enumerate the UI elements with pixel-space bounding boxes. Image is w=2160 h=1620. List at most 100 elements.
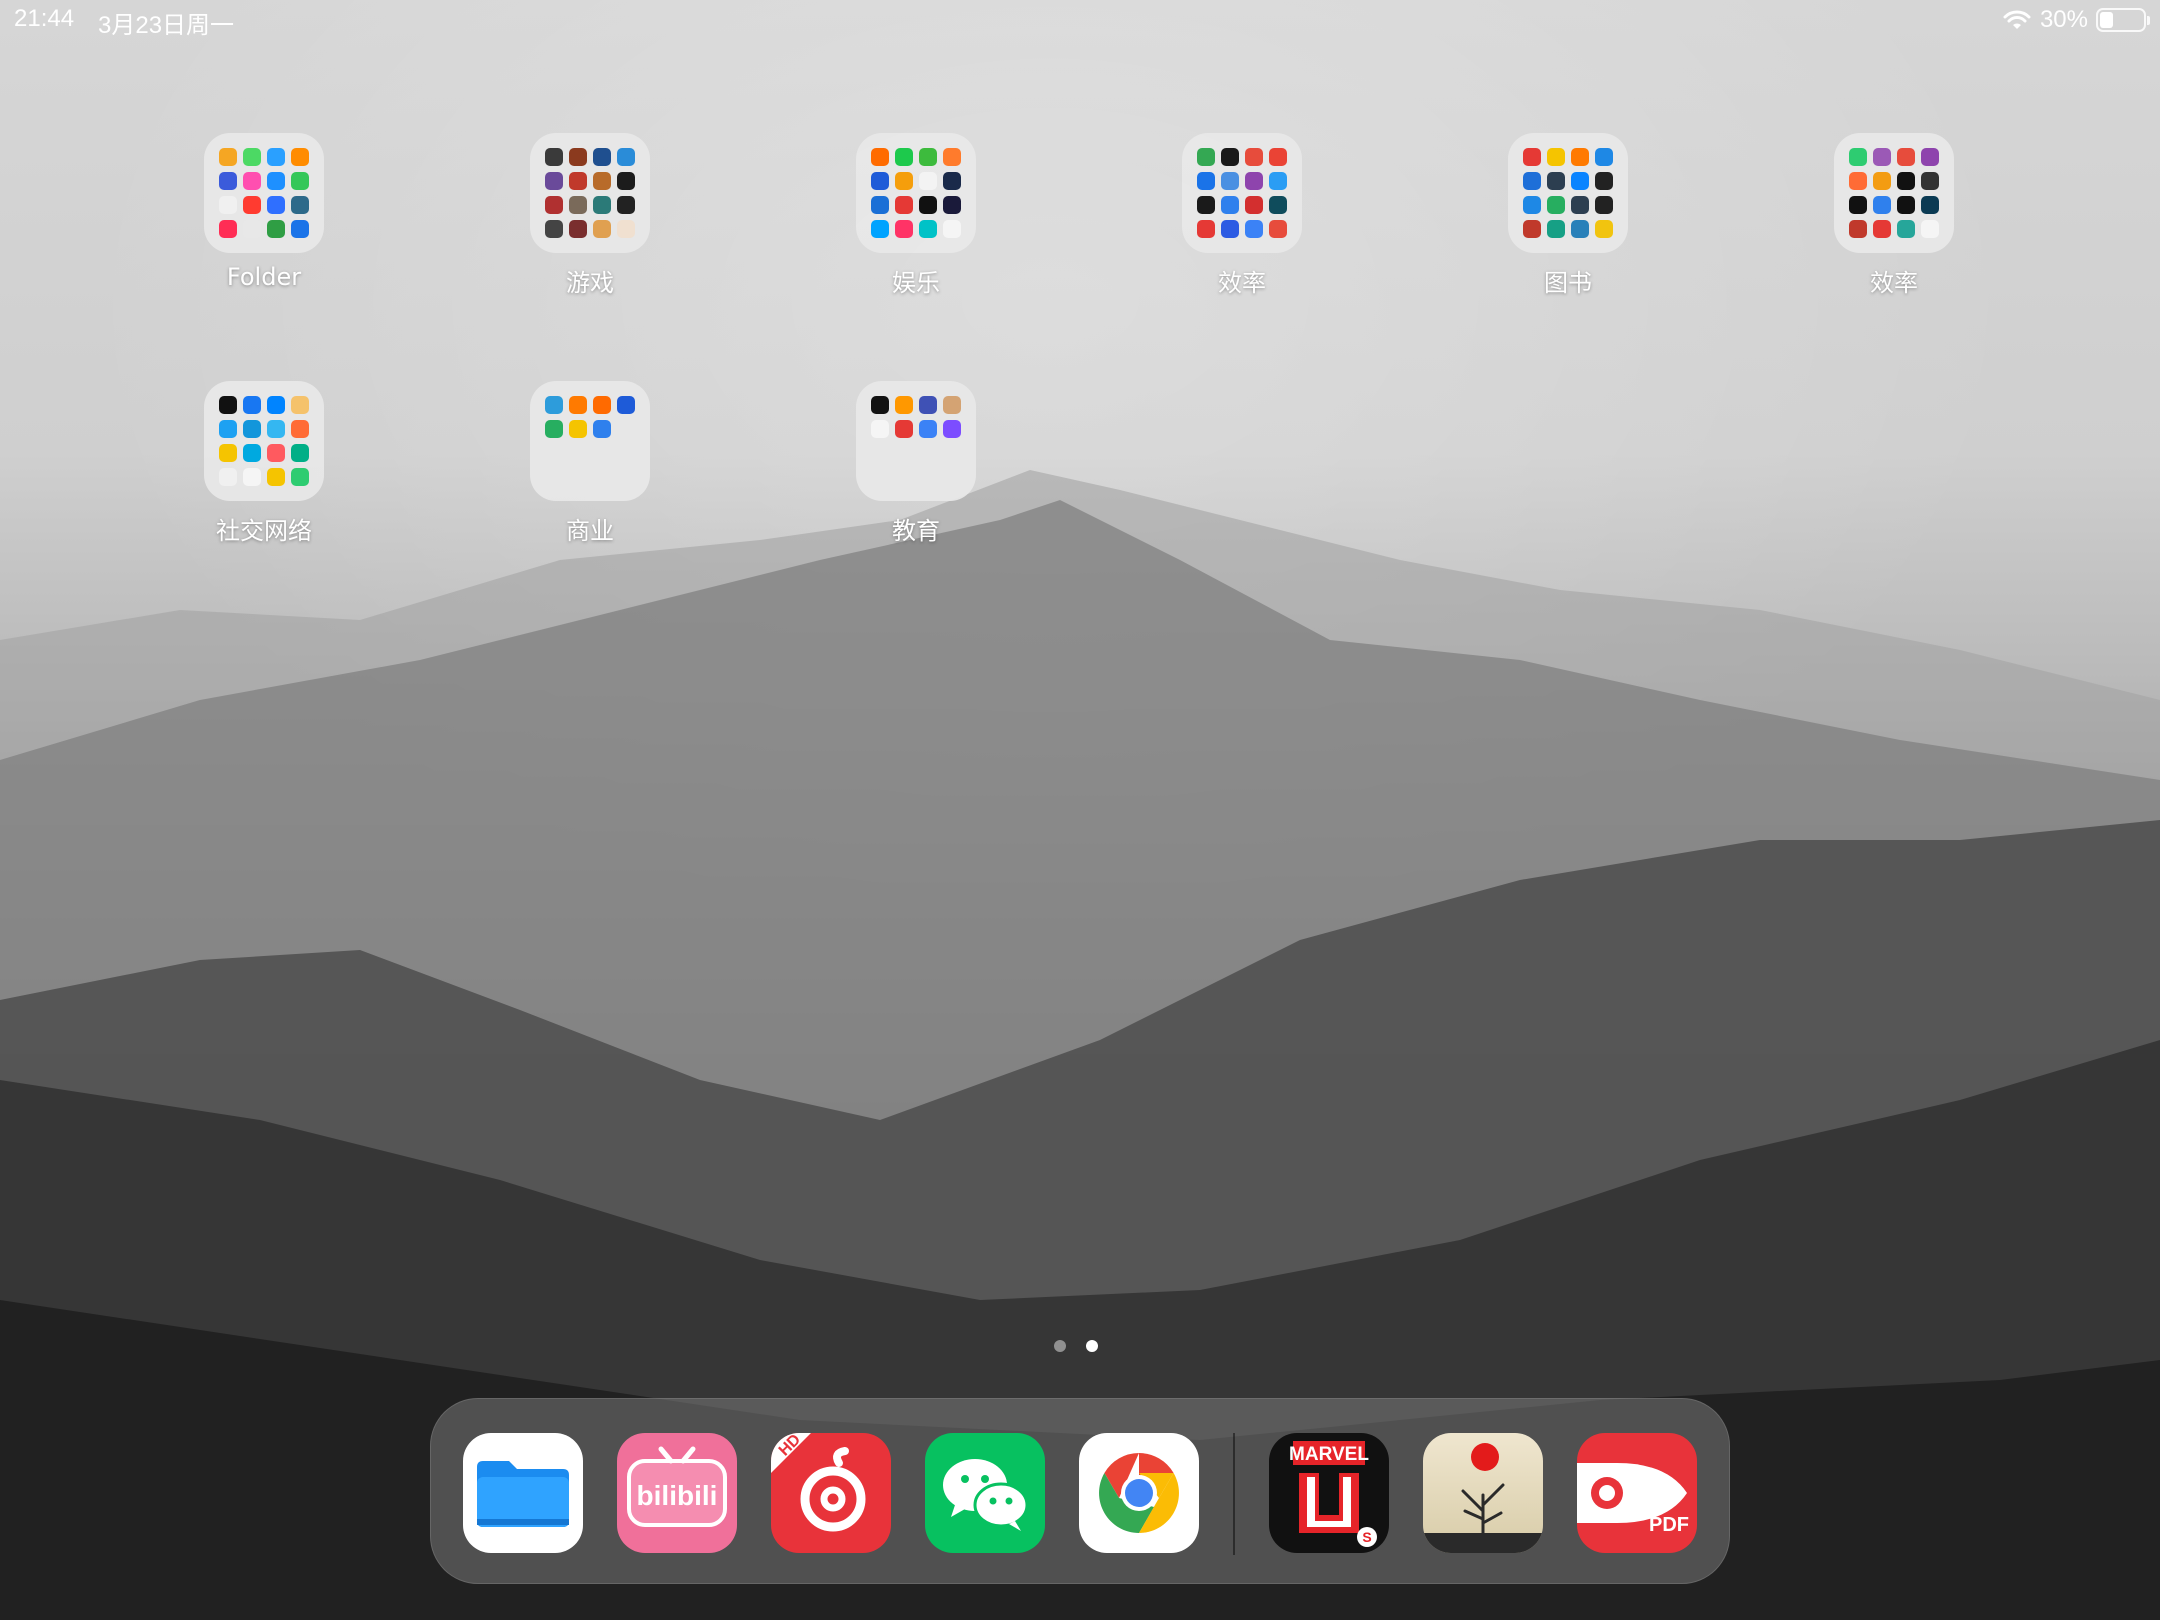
mini-app-icon (291, 468, 309, 486)
mini-app-icon (1921, 172, 1939, 190)
folder-1[interactable]: 游戏 (510, 133, 670, 298)
folder-6[interactable]: 社交网络 (184, 381, 344, 546)
bilibili-app-icon[interactable]: bilibili (617, 1433, 737, 1553)
mini-app-icon (243, 172, 261, 190)
pdf-expert-app-icon[interactable]: PDF (1577, 1433, 1697, 1553)
folder-label: 教育 (892, 517, 940, 545)
wechat-app-icon[interactable] (925, 1433, 1045, 1553)
mini-app-icon (943, 420, 961, 438)
tree-sunset-icon (1423, 1433, 1543, 1553)
mini-app-icon (871, 172, 889, 190)
folder-5[interactable]: 效率 (1814, 133, 1974, 298)
mini-app-icon (1873, 196, 1891, 214)
mini-app-icon (919, 420, 937, 438)
mini-app-icon (1523, 220, 1541, 238)
mini-app-icon (593, 396, 611, 414)
mini-app-icon (593, 420, 611, 438)
mini-app-icon (617, 220, 635, 238)
mini-app-icon (545, 396, 563, 414)
status-date: 3月23日周一 (98, 12, 235, 39)
mini-app-icon (291, 444, 309, 462)
mini-app-icon (267, 444, 285, 462)
folder-8[interactable]: 教育 (836, 381, 996, 546)
mini-app-icon (569, 148, 587, 166)
marvel-text: MARVEL (1289, 1444, 1369, 1465)
mini-app-icon (919, 220, 937, 238)
folder-icon[interactable] (204, 381, 324, 501)
page-indicator[interactable] (1054, 1340, 1098, 1352)
folder-icon[interactable] (1508, 133, 1628, 253)
mini-app-icon (569, 172, 587, 190)
folder-icon[interactable] (856, 381, 976, 501)
mini-app-icon (943, 396, 961, 414)
mini-app-icon (1221, 148, 1239, 166)
mini-app-icon (943, 196, 961, 214)
marvel-unlimited-app-icon[interactable]: MARVEL S (1269, 1433, 1389, 1553)
bilibili-text: bilibili (637, 1480, 718, 1511)
folder-0[interactable]: Folder (184, 133, 344, 291)
marvel-unlimited-icon: MARVEL S (1269, 1433, 1389, 1553)
folder-4[interactable]: 图书 (1488, 133, 1648, 298)
mini-app-icon (219, 148, 237, 166)
mini-app-icon (545, 172, 563, 190)
mini-app-icon (243, 220, 261, 238)
mini-app-icon (545, 196, 563, 214)
mini-app-icon (593, 148, 611, 166)
folder-7[interactable]: 商业 (510, 381, 670, 546)
mini-app-icon (1849, 148, 1867, 166)
mini-app-icon (219, 468, 237, 486)
tree-sunset-app-icon[interactable] (1423, 1433, 1543, 1553)
mini-app-icon (895, 148, 913, 166)
mini-app-icon (1571, 220, 1589, 238)
wifi-icon (2003, 10, 2031, 29)
mini-app-icon (1197, 172, 1215, 190)
battery-icon (2096, 8, 2150, 32)
mini-app-icon (1197, 148, 1215, 166)
chrome-app-icon[interactable] (1079, 1433, 1199, 1553)
folder-2[interactable]: 娱乐 (836, 133, 996, 298)
mini-app-icon (1897, 172, 1915, 190)
mini-app-icon (1269, 148, 1287, 166)
mini-app-icon (1873, 172, 1891, 190)
mini-app-icon (943, 220, 961, 238)
files-app-icon[interactable] (463, 1433, 583, 1553)
mini-app-icon (871, 420, 889, 438)
folder-3[interactable]: 效率 (1162, 133, 1322, 298)
folder-icon[interactable] (530, 133, 650, 253)
folder-icon[interactable] (1182, 133, 1302, 253)
mini-app-icon (1547, 148, 1565, 166)
mini-app-icon (871, 396, 889, 414)
mini-app-icon (1873, 220, 1891, 238)
pdf-text: PDF (1649, 1514, 1689, 1536)
mini-app-icon (1245, 220, 1263, 238)
page-dot-2[interactable] (1086, 1340, 1098, 1352)
mini-app-icon (1547, 220, 1565, 238)
mini-app-icon (1921, 220, 1939, 238)
mini-app-icon (895, 220, 913, 238)
folder-label: 游戏 (566, 269, 614, 297)
netease-music-app-icon[interactable]: HD (771, 1433, 891, 1553)
mini-app-icon (1245, 148, 1263, 166)
mini-app-icon (617, 396, 635, 414)
mini-app-icon (1221, 220, 1239, 238)
mini-app-icon (1921, 196, 1939, 214)
mini-app-icon (919, 396, 937, 414)
folder-label: 商业 (566, 517, 614, 545)
mini-app-icon (545, 420, 563, 438)
mini-app-icon (1221, 172, 1239, 190)
mini-app-icon (219, 196, 237, 214)
folder-icon[interactable] (530, 381, 650, 501)
mini-app-icon (291, 196, 309, 214)
folder-icon[interactable] (204, 133, 324, 253)
mini-app-icon (219, 396, 237, 414)
bilibili-icon: bilibili (617, 1433, 737, 1553)
mini-app-icon (1595, 196, 1613, 214)
folder-label: 娱乐 (892, 269, 940, 297)
folder-icon[interactable] (1834, 133, 1954, 253)
status-indicators: 30% (2002, 6, 2150, 34)
folder-icon[interactable] (856, 133, 976, 253)
mini-app-icon (1897, 196, 1915, 214)
folder-label: 图书 (1544, 269, 1592, 297)
page-dot-1[interactable] (1054, 1340, 1066, 1352)
mini-app-icon (1873, 148, 1891, 166)
